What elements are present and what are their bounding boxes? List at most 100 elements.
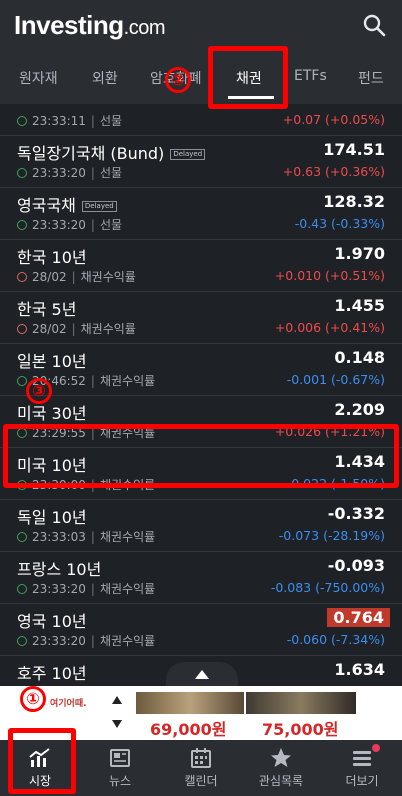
update-time: 23:33:20 <box>32 166 86 180</box>
instrument-type: 채권수익률 <box>80 270 136 284</box>
ad-image-1 <box>136 692 244 714</box>
update-time: 28/02 <box>32 322 67 336</box>
price-change: -0.073 (-28.19%) <box>278 528 385 543</box>
instrument-name: 독일장기국채 (Bund) Delayed <box>17 140 206 164</box>
clock-icon <box>17 168 27 178</box>
nav-watchlist[interactable]: 관심목록 <box>241 740 321 796</box>
list-item[interactable]: 독일 10년 23:33:03 | 채권수익률 -0.332 -0.073 (-28.19… <box>0 500 402 552</box>
chevron-up-icon <box>195 670 209 679</box>
nav-more[interactable]: 더보기 <box>322 740 402 796</box>
list-item[interactable]: 23:33:11 | 선물 +0.07 (+0.05%) <box>0 104 402 136</box>
instrument-name: 독일 10년 <box>17 508 87 527</box>
list-item[interactable]: 프랑스 10년 23:33:20 | 채권수익률 -0.093 -0.083 (-750.… <box>0 552 402 604</box>
annotation-box-us10y-row <box>3 424 399 488</box>
instrument-meta: 28/02 | 채권수익률 <box>17 268 136 285</box>
bond-list: 23:33:11 | 선물 +0.07 (+0.05%) 독일장기국채 (Bund) De… <box>0 104 402 686</box>
last-price: 128.32 <box>323 192 385 211</box>
delayed-badge: Delayed <box>170 149 206 160</box>
instrument-meta: 23:33:20 | 채권수익률 <box>17 580 155 597</box>
price-change: +0.63 (+0.36%) <box>282 164 385 179</box>
last-price: -0.093 <box>327 556 385 575</box>
update-time: 23:33:20 <box>32 582 86 596</box>
instrument-name: 영국 10년 <box>17 612 87 631</box>
last-price: 1.455 <box>334 296 385 315</box>
newspaper-icon <box>110 749 130 767</box>
instrument-type: 채권수익률 <box>99 530 156 544</box>
list-item[interactable]: 한국 5년 28/02 | 채권수익률 1.455 +0.006 (+0.41%) <box>0 292 402 344</box>
update-time: 23:33:20 <box>32 634 86 648</box>
search-icon[interactable] <box>362 13 386 37</box>
annotation-box-markets-nav <box>8 728 76 794</box>
instrument-name: 한국 10년 <box>17 248 87 267</box>
instrument-meta: 23:33:20 | 선물 <box>17 164 122 181</box>
annotation-number-3: ③ <box>26 378 52 404</box>
nav-news[interactable]: 뉴스 <box>80 740 160 796</box>
last-price: 174.51 <box>323 140 385 159</box>
collapse-ad-button[interactable] <box>166 662 238 686</box>
instrument-name: 호주 10년 <box>17 664 87 683</box>
instrument-name: 일본 10년 <box>17 352 87 371</box>
instrument-type: 선물 <box>99 114 123 128</box>
list-item[interactable]: 한국 10년 28/02 | 채권수익률 1.970 +0.010 (+0.51%) <box>0 240 402 292</box>
ad-brand: 여기어때. <box>50 699 87 709</box>
clock-icon <box>17 116 27 126</box>
menu-icon <box>353 751 371 766</box>
calendar-icon <box>191 748 211 768</box>
category-tabs: 원자재 외환 암호화폐 채권 ETFs 펀드 <box>0 50 402 104</box>
ad-image-2 <box>246 692 356 714</box>
annotation-number-2: ② <box>165 67 191 93</box>
list-item[interactable]: 독일장기국채 (Bund) Delayed 23:33:20 | 선물 174.51 +0.… <box>0 136 402 188</box>
clock-icon <box>17 324 27 334</box>
update-time: 23:33:03 <box>32 530 86 544</box>
app-header: Investing.com <box>0 0 402 50</box>
tab-etfs[interactable]: ETFs <box>294 68 327 84</box>
instrument-meta: 23:33:11 | 선물 <box>17 112 122 129</box>
update-time: 23:33:11 <box>32 114 86 128</box>
last-price: 2.209 <box>334 400 385 419</box>
clock-icon <box>17 636 27 646</box>
instrument-meta: 28/02 | 채권수익률 <box>17 320 136 337</box>
instrument-meta: 23:33:03 | 채권수익률 <box>17 528 155 545</box>
investing-logo[interactable]: Investing.com <box>14 10 165 41</box>
tab-forex[interactable]: 외환 <box>92 68 118 88</box>
ad-arrows-icon[interactable] <box>110 692 124 732</box>
price-change: +0.006 (+0.41%) <box>274 320 385 335</box>
price-change: -0.083 (-750.00%) <box>270 580 385 595</box>
clock-icon <box>17 220 27 230</box>
clock-icon <box>17 532 27 542</box>
instrument-meta: 23:33:20 | 선물 <box>17 216 122 233</box>
star-icon <box>271 748 291 767</box>
update-time: 23:33:20 <box>32 218 86 232</box>
clock-icon <box>17 376 27 386</box>
clock-icon <box>17 272 27 282</box>
notification-dot <box>372 744 380 752</box>
instrument-type: 채권수익률 <box>99 634 156 648</box>
annotation-number-1: ① <box>20 686 46 712</box>
list-item[interactable]: 영국 10년 23:33:20 | 채권수익률 0.764 -0.060 (-7.34%) <box>0 604 402 656</box>
instrument-meta: 23:33:20 | 채권수익률 <box>17 632 155 649</box>
list-item[interactable]: 영국국채 Delayed 23:33:20 | 선물 128.32 -0.43 (-0.33… <box>0 188 402 240</box>
annotation-box-bonds-tab <box>208 46 288 109</box>
instrument-name: 한국 5년 <box>17 300 77 319</box>
instrument-type: 선물 <box>99 166 123 180</box>
last-price: 0.764 <box>327 608 390 627</box>
tab-commodities[interactable]: 원자재 <box>19 68 58 88</box>
instrument-name: 영국국채 Delayed <box>17 192 117 216</box>
instrument-type: 채권수익률 <box>99 582 156 596</box>
last-price: -0.332 <box>327 504 385 523</box>
instrument-type: 채권수익률 <box>80 322 136 336</box>
list-item[interactable]: 일본 10년 20:46:52 | 채권수익률 0.148 -0.001 (-0.67%) <box>0 344 402 396</box>
instrument-name: 프랑스 10년 <box>17 560 102 579</box>
last-price: 1.970 <box>334 244 385 263</box>
price-change: -0.43 (-0.33%) <box>294 216 385 231</box>
last-price: 1.634 <box>334 660 385 679</box>
nav-calendar[interactable]: 캘린더 <box>161 740 241 796</box>
ad-price-1: 69,000원 <box>150 720 227 739</box>
update-time: 28/02 <box>32 270 67 284</box>
instrument-name: 미국 30년 <box>17 404 87 423</box>
tab-funds[interactable]: 펀드 <box>358 68 384 88</box>
instrument-type: 선물 <box>99 218 123 232</box>
last-price: 0.148 <box>334 348 385 367</box>
ad-price-2: 75,000원 <box>262 720 339 739</box>
clock-icon <box>17 584 27 594</box>
